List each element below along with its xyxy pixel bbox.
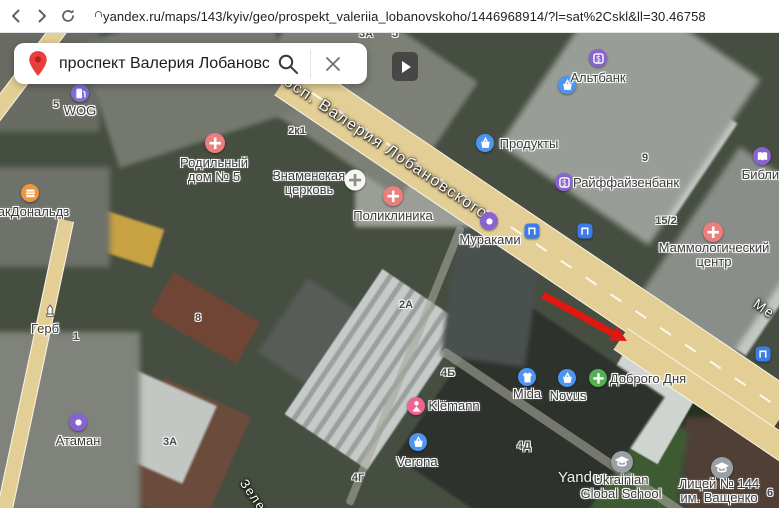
poi-mammology-center-label[interactable]: Маммологическийцентр [659,241,770,269]
panel-expand-button[interactable] [392,52,418,81]
poi-produkty-label[interactable]: Продукты [500,137,559,151]
poi-raiffeisenbank-label[interactable]: Райффайзенбанк [573,176,679,190]
church-cross-icon[interactable] [345,170,366,191]
clothing-icon[interactable] [518,368,536,386]
building-number: 5 [53,99,59,111]
library-book-icon[interactable] [753,147,771,165]
url-field[interactable]: yandex.ru/maps/143/kyiv/geo/prospekt_val… [103,9,779,24]
poi-lyceum-144-label[interactable]: Лицей № 144им. Ващенко [679,477,759,505]
poi-verona-label[interactable]: Verona [396,455,437,469]
building-number: 3А [163,436,177,448]
poi-novus-label[interactable]: Novus [550,389,587,403]
svg-text:$: $ [595,53,600,63]
browser-toolbar: yandex.ru/maps/143/kyiv/geo/prospekt_val… [0,0,779,33]
poi-murakami-label[interactable]: Мураками [459,233,520,247]
poi-polyclinic-label[interactable]: Поликлиника [353,209,432,223]
underpass-icon[interactable] [756,347,771,362]
grocery-basket-icon[interactable] [409,433,427,451]
underpass-icon[interactable] [578,224,593,239]
search-icon[interactable] [271,47,305,81]
building-number: 3А [359,32,373,40]
map-pin-icon [27,50,49,78]
poi-klemann-label[interactable]: Klёmann [428,399,479,413]
building-number: 2к1 [288,125,306,137]
fashion-person-icon[interactable] [407,397,425,415]
forward-icon[interactable] [32,6,52,26]
clinic-cross-icon[interactable] [383,186,403,206]
building-number: 5 [392,32,398,40]
poi-mcdonalds-label[interactable]: МакДональдз [0,205,69,219]
bank-icon[interactable]: $ [589,49,607,67]
svg-text:$: $ [561,177,566,187]
bank-icon[interactable]: $ [555,173,573,191]
play-triangle-icon [402,61,411,73]
browser-window: yandex.ru/maps/143/kyiv/geo/prospekt_val… [0,0,779,508]
poi-church-label[interactable]: Знаменскаяцерковь [273,169,345,197]
pharmacy-plus-icon[interactable] [589,369,607,387]
place-dot-icon[interactable] [69,413,87,431]
building-number: 6 [767,487,773,499]
building-number: 2А [399,299,413,311]
poi-mida-label[interactable]: Mida [513,387,541,401]
fastfood-icon[interactable] [21,184,39,202]
close-icon[interactable] [316,47,350,81]
building-number: 9 [642,152,648,164]
building-number: 15/2 [655,215,676,227]
poi-maternity-hospital-label[interactable]: Родильныйдом № 5 [180,156,248,184]
fuel-icon[interactable] [71,84,89,102]
building-number: 4Г [352,472,364,484]
grocery-basket-icon[interactable] [476,134,494,152]
poi-dobroho-dnia-label[interactable]: Доброго Дня [610,372,686,386]
underpass-icon[interactable] [525,224,540,239]
monument-icon[interactable] [42,304,58,320]
poi-ukrainian-global-school-label[interactable]: UkrainianGlobal School [581,473,662,501]
building-number: 8 [195,312,201,324]
place-dot-icon[interactable] [480,212,498,230]
poi-altbank-label[interactable]: Альтбанк [570,71,625,85]
poi-ataman-label[interactable]: Атаман [56,434,101,448]
grocery-basket-icon[interactable] [558,369,576,387]
map-canvas[interactable]: Yandex WOGМакДональдзРодильныйдом № 5Зна… [0,32,779,508]
search-divider [310,50,311,78]
search-input[interactable] [57,54,271,74]
back-icon[interactable] [6,6,26,26]
building-number: 1 [73,331,79,343]
clinic-cross-icon[interactable] [703,222,723,242]
poi-wog-label[interactable]: WOG [64,104,97,118]
reload-icon[interactable] [58,6,78,26]
hospital-cross-icon[interactable] [205,133,225,153]
building-number: 4Б [441,367,455,379]
poi-herb-monument-label[interactable]: Герб [31,322,59,336]
building-number: 4Д [517,440,531,452]
poi-library-label[interactable]: Библиотека [742,168,779,182]
search-box [14,43,367,84]
school-cap-icon[interactable] [611,451,633,473]
